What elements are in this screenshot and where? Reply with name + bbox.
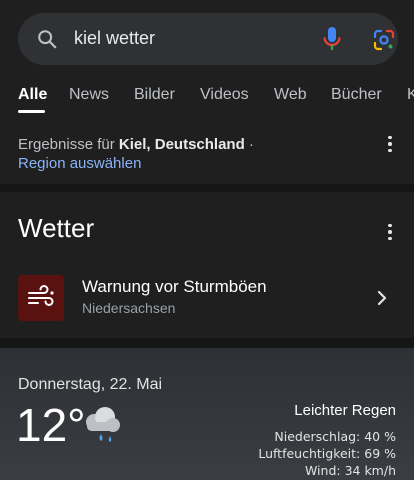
tab-bilder[interactable]: Bilder (134, 86, 175, 104)
search-input[interactable]: kiel wetter (74, 28, 155, 49)
tab-videos[interactable]: Videos (200, 86, 249, 104)
tab-alle[interactable]: Alle (18, 86, 47, 104)
weather-condition: Leichter Regen (294, 402, 396, 419)
mic-icon[interactable] (321, 26, 343, 52)
humidity: Luftfeuchtigkeit: 69 % (258, 446, 396, 461)
tab-news[interactable]: News (69, 86, 109, 104)
region-select-link[interactable]: Region auswählen (18, 155, 141, 172)
warning-icon-box (18, 275, 64, 321)
weather-more-icon[interactable] (380, 222, 400, 242)
tab-web[interactable]: Web (274, 86, 307, 104)
weather-card[interactable]: Donnerstag, 22. Mai 12° Leichter Regen N… (0, 348, 414, 480)
active-tab-indicator (18, 110, 45, 113)
search-tabs: Alle News Bilder Videos Web Bücher K (0, 82, 414, 113)
search-bar[interactable]: kiel wetter (18, 13, 398, 65)
warning-region: Niedersachsen (82, 300, 176, 316)
search-icon (38, 30, 57, 49)
storm-warning-item[interactable]: Warnung vor Sturmböen Niedersachsen (0, 268, 414, 328)
current-temperature: 12° (16, 399, 86, 451)
location-notice: Ergebnisse für Kiel, Deutschland · (18, 134, 254, 156)
wind: Wind: 34 km/h (304, 463, 396, 478)
tab-more[interactable]: K (407, 86, 414, 104)
chevron-right-icon (377, 290, 387, 306)
google-lens-icon[interactable] (372, 28, 396, 52)
warning-title: Warnung vor Sturmböen (82, 277, 267, 296)
rain-cloud-icon (86, 407, 120, 442)
weather-date: Donnerstag, 22. Mai (18, 376, 163, 393)
divider (0, 184, 414, 192)
divider (0, 338, 414, 348)
wind-warning-icon (28, 285, 54, 306)
tab-buecher[interactable]: Bücher (331, 86, 382, 104)
weather-details: Niederschlag: 40 % Luftfeuchtigkeit: 69 … (258, 428, 396, 479)
location-place: Kiel, Deutschland (118, 136, 245, 153)
precipitation: Niederschlag: 40 % (274, 429, 396, 444)
weather-section-title: Wetter (18, 213, 95, 243)
location-suffix: · (244, 136, 254, 153)
location-more-icon[interactable] (380, 134, 400, 154)
location-prefix: Ergebnisse für (18, 136, 119, 153)
